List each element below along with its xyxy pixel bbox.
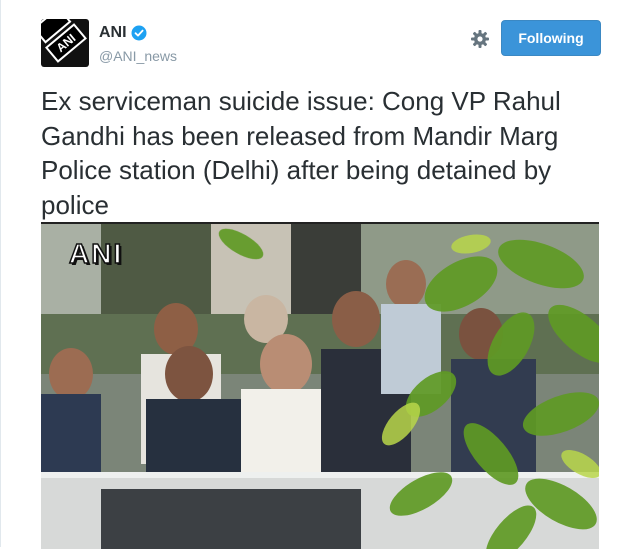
user-handle[interactable]: @ANI_news — [99, 48, 177, 64]
verified-badge-icon — [131, 25, 147, 41]
gear-icon[interactable] — [469, 28, 491, 50]
avatar[interactable]: ANI — [41, 19, 89, 67]
tweet-text: Ex serviceman suicide issue: Cong VP Rah… — [41, 86, 561, 220]
left-border — [0, 0, 1, 547]
user-name-row[interactable]: ANI — [99, 23, 147, 43]
display-name[interactable]: ANI — [99, 24, 127, 42]
media-watermark: ANI — [68, 237, 124, 270]
tweet-media-image[interactable]: ANI — [41, 222, 599, 549]
following-button[interactable]: Following — [501, 20, 601, 56]
news-photo — [41, 224, 599, 549]
